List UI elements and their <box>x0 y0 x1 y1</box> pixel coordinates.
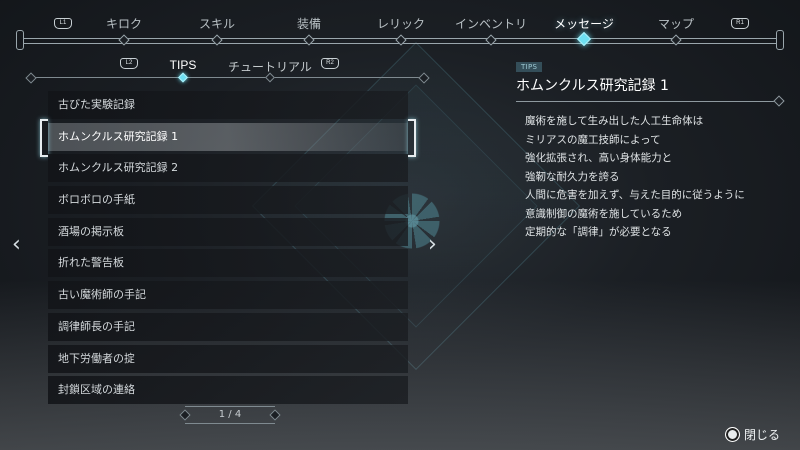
tab-relic[interactable]: レリック <box>377 15 425 33</box>
circle-button-icon <box>724 427 740 442</box>
detail-body: 魔術を施して生み出した人工生命体は ミリアスの魔工技師によって 強化拡張され、高… <box>516 112 780 242</box>
selection-bracket-right <box>408 118 416 157</box>
close-label: 閉じる <box>743 428 780 442</box>
top-nav-rail-cap-left <box>16 30 24 50</box>
list-item[interactable]: 調律師長の手記 <box>48 312 408 341</box>
top-nav-rail-cap-right <box>776 30 784 50</box>
page-indicator: 1 / 4 <box>185 406 275 424</box>
close-button[interactable]: 閉じる <box>724 426 780 443</box>
list-item[interactable]: ホムンクルス研究記録 2 <box>48 154 408 183</box>
list-item-selected[interactable]: ホムンクルス研究記録 1 <box>40 118 416 157</box>
l1-button-icon[interactable]: L1 <box>54 18 72 29</box>
sub-tabs-rail <box>30 77 425 78</box>
list-item[interactable]: 古びた実験記録 <box>48 91 408 119</box>
subtab-marker-active <box>178 72 188 83</box>
tab-skill[interactable]: スキル <box>199 15 235 33</box>
r2-button-icon[interactable]: R2 <box>321 58 339 69</box>
list-item[interactable]: 古い魔術師の手記 <box>48 281 408 310</box>
detail-category-tag: TIPS <box>516 62 543 72</box>
l2-button-icon[interactable]: L2 <box>120 58 138 69</box>
tab-kiroku[interactable]: キロク <box>106 15 142 33</box>
message-list: 古びた実験記録 ホムンクルス研究記録 1 ホムンクルス研究記録 2 ボロボロの手… <box>40 91 416 408</box>
list-item[interactable]: 封鎖区域の連絡 <box>48 376 408 405</box>
r1-button-icon[interactable]: R1 <box>731 18 749 29</box>
list-item[interactable]: 折れた警告板 <box>48 249 408 278</box>
prev-arrow-icon[interactable]: ‹ <box>12 232 21 257</box>
detail-line: 定期的な「調律」が必要となる <box>525 226 672 238</box>
detail-line: 意識制御の魔術を施しているため <box>525 207 683 220</box>
tab-message[interactable]: メッセージ <box>554 15 614 33</box>
detail-line: 魔術を施して生み出した人工生命体は <box>525 115 704 127</box>
selection-bracket-left <box>40 118 48 157</box>
tab-map[interactable]: マップ <box>658 15 694 33</box>
detail-line: 強化拡張され、高い身体能力と <box>525 152 673 164</box>
sub-tabs-rail-cap-left <box>25 72 37 84</box>
list-item[interactable]: 地下労働者の掟 <box>48 344 408 373</box>
tab-inventory[interactable]: インベントリ <box>455 15 527 33</box>
sub-tabs: L2 R2 TIPS チュートリアル <box>25 54 430 84</box>
list-item[interactable]: ボロボロの手紙 <box>48 186 408 215</box>
top-nav: L1 R1 キロク スキル 装備 レリック インベントリ メッセージ マップ <box>0 0 800 50</box>
list-item[interactable]: 酒場の掲示板 <box>48 217 408 246</box>
detail-line: ミリアスの魔工技師によって <box>525 133 661 146</box>
subtab-tips[interactable]: TIPS <box>170 58 197 72</box>
tab-equipment[interactable]: 装備 <box>297 15 321 33</box>
list-item-label: ホムンクルス研究記録 1 <box>58 129 179 143</box>
detail-line: 人間に危害を加えず、与えた目的に従うように <box>525 189 745 201</box>
detail-panel: TIPS ホムンクルス研究記録 1 魔術を施して生み出した人工生命体は ミリアス… <box>516 54 780 242</box>
detail-title: ホムンクルス研究記録 1 <box>516 75 780 102</box>
next-arrow-icon[interactable]: › <box>428 232 437 257</box>
detail-line: 強靭な耐久力を誇る <box>525 170 620 183</box>
